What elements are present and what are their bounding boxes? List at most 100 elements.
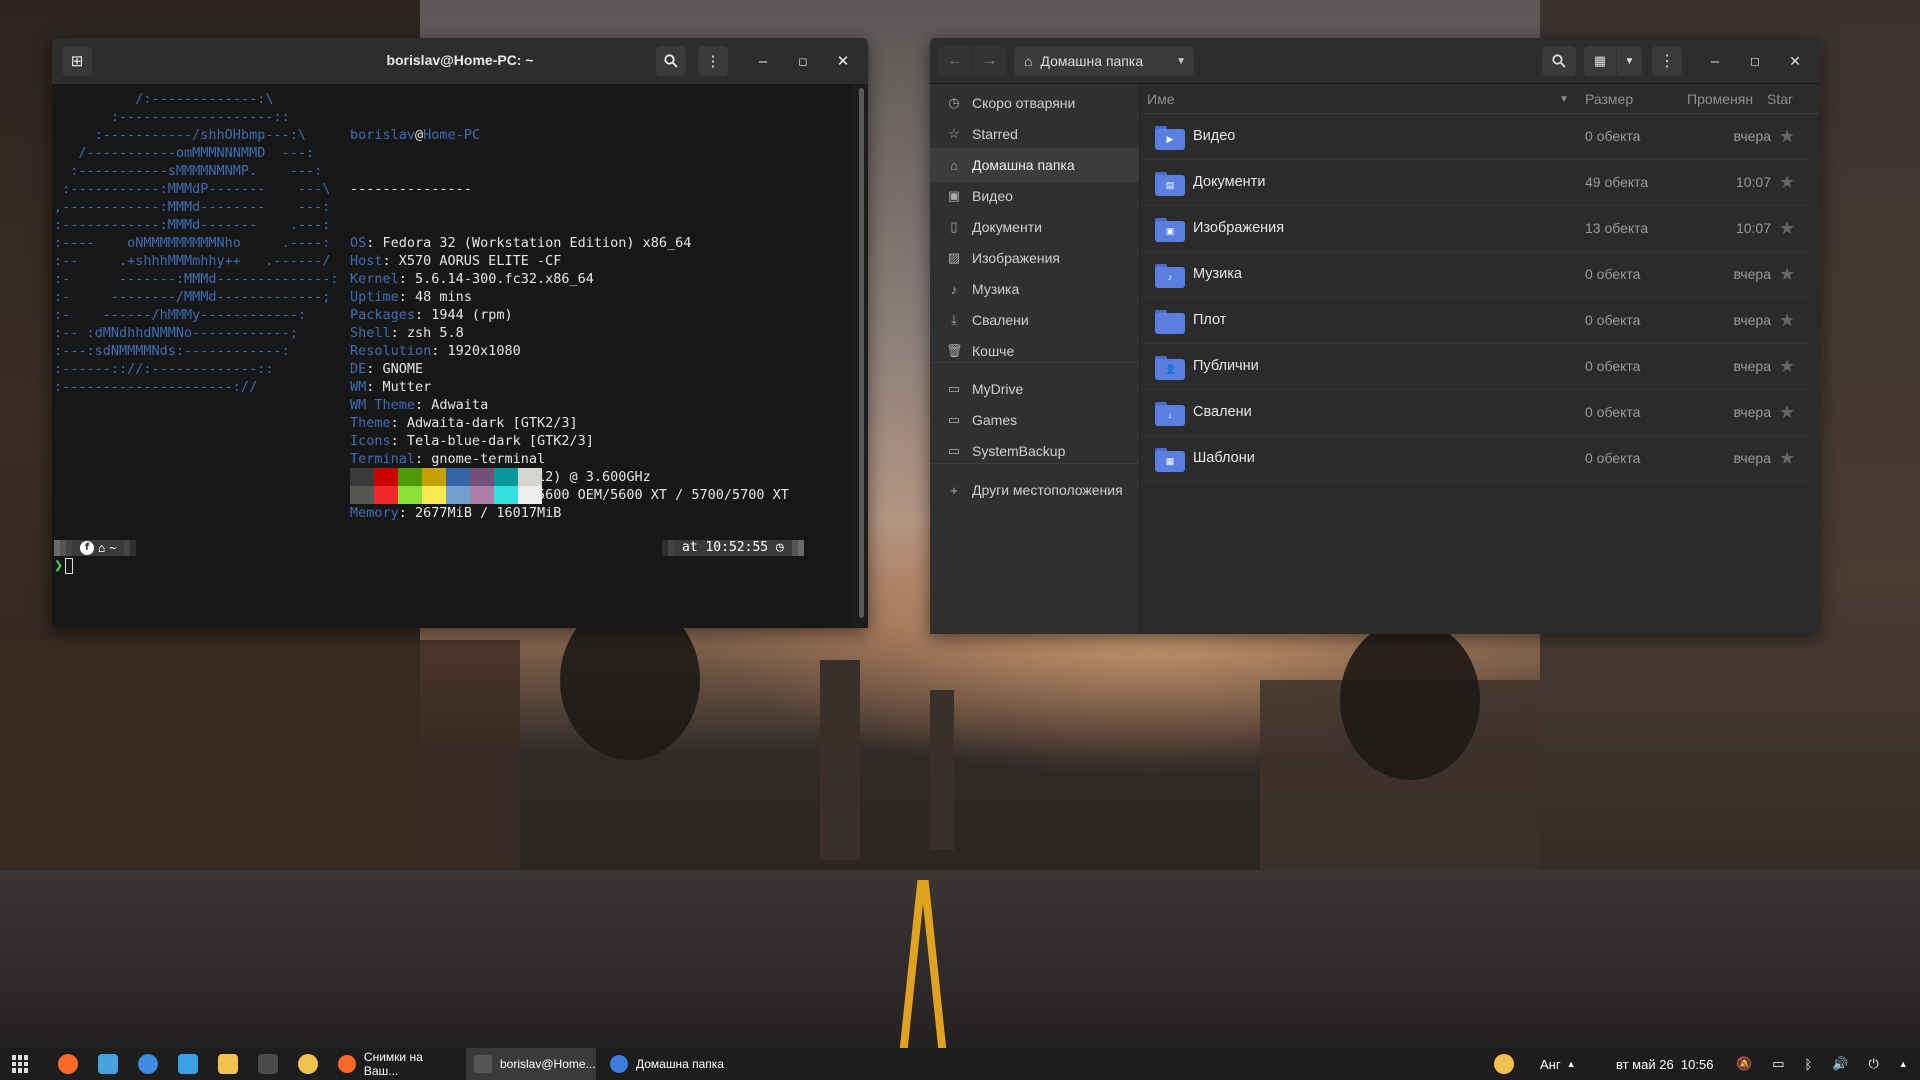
sidebar-divider — [930, 463, 1139, 464]
column-star[interactable]: Star — [1767, 91, 1793, 107]
view-options-button[interactable]: ▼ — [1616, 46, 1642, 76]
bluetooth-icon[interactable]: ᛒ — [1804, 1057, 1812, 1072]
star-icon[interactable]: ★ — [1779, 172, 1795, 193]
sidebar-item-games[interactable]: ▭ Games — [930, 403, 1139, 437]
terminal-search-button[interactable] — [656, 46, 686, 76]
star-icon[interactable]: ★ — [1779, 356, 1795, 377]
firefox-launcher[interactable] — [58, 1054, 78, 1074]
keyboard-label: Анг — [1540, 1056, 1561, 1072]
info-value: 1944 (rpm) — [431, 307, 513, 323]
terminal-scrollbar[interactable] — [859, 88, 864, 618]
file-row[interactable]: ▣ Изображения 13 обекта 10:07 ★ — [1141, 206, 1810, 252]
info-value: 5.6.14-300.fc32.x86_64 — [415, 271, 594, 287]
notifications-off-icon[interactable]: 🔕 — [1736, 1056, 1752, 1072]
arrow-right-icon: → — [981, 52, 998, 69]
sidebar-divider — [930, 362, 1139, 363]
palette-swatch — [422, 486, 446, 504]
power-icon[interactable]: ⏻ — [1868, 1056, 1878, 1072]
files-close-button[interactable]: ✕ — [1780, 46, 1810, 76]
star-icon[interactable]: ★ — [1779, 310, 1795, 331]
sidebar-item-скоро-отваряни[interactable]: ◷ Скоро отваряни — [930, 86, 1139, 120]
sidebar-item-label: Документи — [972, 219, 1042, 235]
terminal-window[interactable]: ⊞ borislav@Home-PC: ~ ⋮ – ◻ ✕ /:--------… — [52, 38, 868, 628]
terminal-launcher[interactable] — [258, 1054, 278, 1074]
info-label: OS — [350, 235, 367, 251]
file-row[interactable]: ▦ Шаблони 0 обекта вчера ★ — [1141, 436, 1810, 482]
palette-swatch — [398, 468, 422, 486]
folder-icon — [1155, 310, 1185, 334]
terminal-output[interactable]: /:-------------:\ :-------------------::… — [52, 84, 852, 628]
browser-launcher[interactable] — [138, 1054, 158, 1074]
column-name[interactable]: Име — [1147, 91, 1174, 107]
file-row[interactable]: ↓ Свалени 0 обекта вчера ★ — [1141, 390, 1810, 436]
star-icon[interactable]: ★ — [1779, 126, 1795, 147]
volume-icon[interactable]: 🔊 — [1832, 1056, 1848, 1072]
star-icon[interactable]: ★ — [1779, 264, 1795, 285]
store-launcher[interactable] — [178, 1054, 198, 1074]
sidebar-item-видео[interactable]: ▣ Видео — [930, 179, 1139, 213]
sidebar-item-други-местоположения[interactable]: + Други местоположения — [930, 473, 1139, 507]
file-row[interactable]: ♪ Музика 0 обекта вчера ★ — [1141, 252, 1810, 298]
notes-launcher[interactable] — [218, 1054, 238, 1074]
tray-weather-icon[interactable] — [1494, 1048, 1514, 1080]
sidebar-item-музика[interactable]: ♪ Музика — [930, 272, 1139, 306]
file-row[interactable]: ▶ Видео 0 обекта вчера ★ — [1141, 114, 1810, 160]
files-search-button[interactable] — [1542, 46, 1576, 76]
folder-icon: ▭ — [947, 412, 961, 427]
star-icon[interactable]: ★ — [1779, 448, 1795, 469]
info-value: 2677MiB / 16017MiB — [415, 505, 562, 521]
sidebar-item-домашна-папка[interactable]: ⌂ Домашна папка — [930, 148, 1139, 182]
info-label: Kernel — [350, 271, 399, 287]
mail-launcher[interactable] — [98, 1054, 118, 1074]
star-icon[interactable]: ★ — [1779, 218, 1795, 239]
terminal-maximize-button[interactable]: ◻ — [788, 46, 818, 76]
info-label: Terminal — [350, 451, 416, 467]
info-value: Tela-blue-dark [GTK2/3] — [406, 433, 594, 449]
star-icon[interactable]: ★ — [1779, 402, 1795, 423]
info-line: Theme: Adwaita-dark [GTK2/3] — [350, 415, 578, 431]
terminal-menu-button[interactable]: ⋮ — [698, 46, 728, 76]
files-maximize-button[interactable]: ◻ — [1740, 46, 1770, 76]
ascii-line: :-----------/shhOHbmp---:\ — [54, 127, 306, 143]
file-row[interactable]: 👤 Публични 0 обекта вчера ★ — [1141, 344, 1810, 390]
info-value: Adwaita-dark [GTK2/3] — [406, 415, 578, 431]
keyboard-layout[interactable]: Анг ▲ — [1540, 1048, 1576, 1080]
clock-icon: ◷ — [775, 540, 784, 555]
column-size[interactable]: Размер — [1585, 91, 1633, 107]
file-row[interactable]: ▤ Документи 49 обекта 10:07 ★ — [1141, 160, 1810, 206]
task-label: borislav@Home... — [500, 1057, 596, 1071]
file-row[interactable]: Плот 0 обекта вчера ★ — [1141, 298, 1810, 344]
chevron-up-icon[interactable]: ▲ — [1899, 1059, 1908, 1069]
file-name: Плот — [1193, 312, 1227, 328]
terminal-minimize-button[interactable]: – — [748, 46, 778, 76]
chevron-down-icon: ▼ — [1624, 55, 1635, 67]
command-line[interactable]: ❯ — [54, 556, 74, 574]
path-bar-home[interactable]: ⌂ Домашна папка ▼ — [1014, 46, 1194, 76]
folder-icon: ▶ — [1155, 126, 1185, 150]
taskbar-task[interactable]: borislav@Home... — [466, 1048, 596, 1080]
sidebar-item-документи[interactable]: ▯ Документи — [930, 210, 1139, 244]
file-modified: вчера — [1733, 312, 1771, 328]
column-modified[interactable]: Променян — [1687, 91, 1753, 107]
app-grid-icon[interactable] — [12, 1055, 30, 1073]
taskbar-task[interactable]: Снимки на Ваш... — [330, 1048, 460, 1080]
file-name: Изображения — [1193, 220, 1285, 236]
display-icon[interactable]: ▭ — [1772, 1056, 1784, 1072]
photos-launcher[interactable] — [298, 1054, 318, 1074]
back-button[interactable]: ← — [938, 46, 972, 76]
sidebar-item-mydrive[interactable]: ▭ MyDrive — [930, 372, 1139, 406]
document-icon: ▯ — [950, 219, 958, 234]
grid-view-button[interactable]: ▦ — [1584, 46, 1616, 76]
sidebar-item-свалени[interactable]: ⤓ Свалени — [930, 303, 1139, 337]
sidebar-item-label: Видео — [972, 188, 1013, 204]
sidebar-item-starred[interactable]: ☆ Starred — [930, 117, 1139, 151]
terminal-close-button[interactable]: ✕ — [828, 46, 858, 76]
taskbar-task[interactable]: Домашна папка — [602, 1048, 732, 1080]
files-minimize-button[interactable]: – — [1700, 46, 1730, 76]
forward-button[interactable]: → — [972, 46, 1006, 76]
files-menu-button[interactable]: ⋮ — [1652, 46, 1682, 76]
files-window[interactable]: ← → ⌂ Домашна папка ▼ ▦ ▼ ⋮ – ◻ ✕ ◷ Скоро… — [930, 38, 1820, 634]
sidebar-item-изображения[interactable]: ▨ Изображения — [930, 241, 1139, 275]
folder-icon: 👤 — [1155, 356, 1185, 380]
clock[interactable]: вт май 26 10:56 — [1616, 1048, 1713, 1080]
